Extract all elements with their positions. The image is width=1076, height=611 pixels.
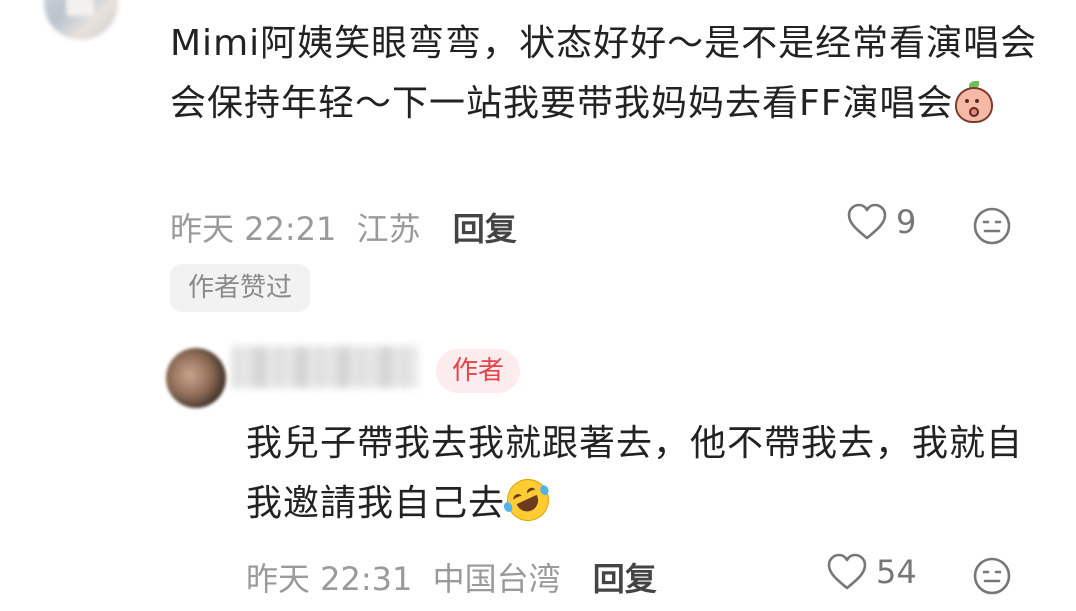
comment-meta: 昨天 22:31 中国台湾 回复 xyxy=(246,554,657,600)
comment-meta: 昨天 22:21 江苏 回复 xyxy=(170,204,517,250)
comment-location: 江苏 xyxy=(356,210,421,248)
reaction-button[interactable] xyxy=(972,206,1012,250)
comment-text: 我兒子帶我去我就跟著去，他不帶我去，我就自我邀請我自己去 xyxy=(246,414,1046,534)
avatar[interactable] xyxy=(44,0,118,40)
comment-thread: Mimi阿姨笑眼弯弯，状态好好～是不是经常看演唱会会保持年轻～下一站我要带我妈妈… xyxy=(0,0,1076,611)
comment-text: Mimi阿姨笑眼弯弯，状态好好～是不是经常看演唱会会保持年轻～下一站我要带我妈妈… xyxy=(170,14,1040,134)
comment-body: Mimi阿姨笑眼弯弯，状态好好～是不是经常看演唱会会保持年轻～下一站我要带我妈妈… xyxy=(170,23,1038,124)
like-count: 54 xyxy=(876,553,917,591)
heart-icon xyxy=(827,553,867,590)
neutral-face-icon xyxy=(973,207,1011,245)
comment-time: 昨天 22:31 xyxy=(246,560,413,598)
peach-shy-emoji-icon xyxy=(953,81,994,123)
heart-icon xyxy=(847,203,887,240)
author-liked-badge: 作者赞过 xyxy=(170,264,311,312)
avatar[interactable] xyxy=(166,348,226,408)
like-count: 9 xyxy=(896,203,917,241)
like-button[interactable]: 9 xyxy=(846,202,916,242)
rolling-on-floor-laughing-emoji-icon xyxy=(500,472,556,528)
like-button[interactable]: 54 xyxy=(826,552,917,592)
reaction-button[interactable] xyxy=(972,556,1012,600)
neutral-face-icon xyxy=(973,557,1011,595)
comment-time: 昨天 22:21 xyxy=(170,210,337,248)
comment-location: 中国台湾 xyxy=(432,560,561,598)
comment-body: 我兒子帶我去我就跟著去，他不帶我去，我就自我邀請我自己去 xyxy=(246,423,1024,524)
username-blurred[interactable] xyxy=(232,346,418,388)
reply-button[interactable]: 回复 xyxy=(593,560,657,598)
author-badge: 作者 xyxy=(436,349,521,393)
reply-button[interactable]: 回复 xyxy=(453,210,517,248)
